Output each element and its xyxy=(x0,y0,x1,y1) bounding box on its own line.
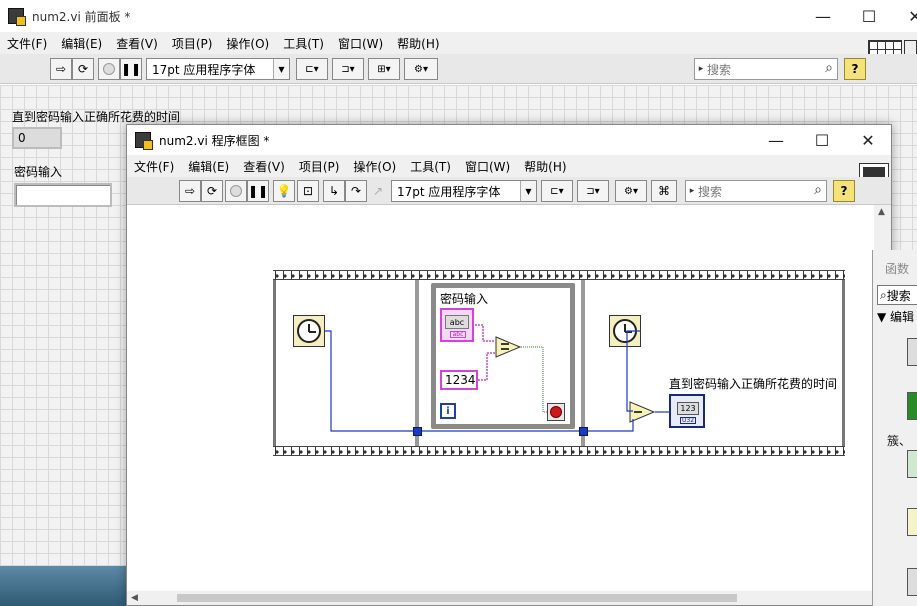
search-icon: ⌕ xyxy=(814,182,822,198)
menu-window[interactable]: 窗口(W) xyxy=(331,35,390,52)
palette-edit-label: 编辑 xyxy=(890,310,915,324)
triangle-down-icon: ▼ xyxy=(877,310,891,324)
clean-up-diagram-icon[interactable]: ⌘ xyxy=(651,180,677,202)
menu-tools[interactable]: 工具(T) xyxy=(403,158,458,175)
menu-help[interactable]: 帮助(H) xyxy=(390,35,446,52)
minimize-button[interactable]: — xyxy=(753,125,799,155)
close-button[interactable]: ✕ xyxy=(892,0,917,32)
scroll-left-icon[interactable]: ◀ xyxy=(131,593,138,603)
step-over-icon[interactable]: ↷ xyxy=(345,180,367,202)
functions-palette: 函数 ⌕ 搜索 ▼ 编辑 簇、 xyxy=(872,250,917,606)
elapsed-time-indicator: 0 xyxy=(12,127,62,149)
menu-file[interactable]: 文件(F) xyxy=(127,158,181,175)
cluster-palette-icon[interactable] xyxy=(907,450,917,478)
reorder-icon[interactable]: ⚙▾ xyxy=(615,180,647,202)
caret-right-icon: ▸ xyxy=(698,64,704,74)
labview-vi-icon xyxy=(8,8,26,26)
front-panel-menubar: 文件(F) 编辑(E) 查看(V) 项目(P) 操作(O) 工具(T) 窗口(W… xyxy=(0,32,917,54)
horizontal-scrollbar[interactable]: ◀ xyxy=(127,591,875,605)
comparison-palette-icon[interactable] xyxy=(907,508,917,536)
scroll-up-icon[interactable]: ▲ xyxy=(878,207,885,217)
retain-wire-values-icon[interactable]: ⊡ xyxy=(297,180,319,202)
labview-vi-icon xyxy=(135,132,153,150)
diagram-wires xyxy=(325,324,671,432)
pause-icon[interactable]: ❚❚ xyxy=(247,180,269,202)
run-continuously-icon[interactable]: ⟳ xyxy=(72,58,94,80)
highlight-execution-icon[interactable]: 💡 xyxy=(273,180,295,202)
menu-window[interactable]: 窗口(W) xyxy=(458,158,517,175)
menu-project[interactable]: 项目(P) xyxy=(292,158,347,175)
search-placeholder: 搜索 xyxy=(698,184,723,199)
palette-search-button[interactable]: ⌕ 搜索 xyxy=(877,285,917,305)
front-panel-toolbar: ⇨ ⟳ ❚❚ 17pt 应用程序字体 ▼ ⊏▾ ⊐▾ ⊞▾ ⚙▾ ▸ 搜索 ⌕ … xyxy=(0,54,917,84)
menu-operate[interactable]: 操作(O) xyxy=(346,158,403,175)
font-select-value: 17pt 应用程序字体 xyxy=(397,184,501,199)
password-input[interactable] xyxy=(14,183,112,207)
search-placeholder: 搜索 xyxy=(707,62,732,77)
palette-category-edit[interactable]: ▼ 编辑 xyxy=(877,308,914,325)
resize-objects-icon[interactable]: ⊞▾ xyxy=(368,58,400,80)
desktop-background xyxy=(0,566,126,606)
menu-edit[interactable]: 编辑(E) xyxy=(54,35,109,52)
block-diagram-canvas[interactable]: 密码输入 abc abc 1234 i 直到密码输入正确所花费的时间 123 U… xyxy=(127,205,875,593)
align-objects-icon[interactable]: ⊏▾ xyxy=(541,180,573,202)
font-select-value: 17pt 应用程序字体 xyxy=(152,62,256,77)
caret-right-icon: ▸ xyxy=(689,186,695,196)
indicator-label: 直到密码输入正确所花费的时间 xyxy=(12,110,181,124)
font-select[interactable]: 17pt 应用程序字体 ▼ xyxy=(391,180,537,202)
front-panel-titlebar[interactable]: num2.vi 前面板 * — ☐ ✕ xyxy=(0,0,917,32)
search-input[interactable]: ▸ 搜索 ⌕ xyxy=(685,180,827,202)
maximize-button[interactable]: ☐ xyxy=(846,0,892,32)
step-into-icon[interactable]: ↳ xyxy=(323,180,345,202)
pause-icon[interactable]: ❚❚ xyxy=(120,58,142,80)
align-objects-icon[interactable]: ⊏▾ xyxy=(296,58,328,80)
minimize-button[interactable]: — xyxy=(800,0,846,32)
menu-edit[interactable]: 编辑(E) xyxy=(181,158,236,175)
block-diagram-toolbar: ⇨ ⟳ ❚❚ 💡 ⊡ ↳ ↷ ↗ 17pt 应用程序字体 ▼ ⊏▾ ⊐▾ ⚙▾ … xyxy=(127,177,891,205)
block-diagram-title: num2.vi 程序框图 * xyxy=(159,133,270,148)
distribute-objects-icon[interactable]: ⊐▾ xyxy=(332,58,364,80)
front-panel-window-controls: — ☐ ✕ xyxy=(800,0,917,32)
menu-operate[interactable]: 操作(O) xyxy=(219,35,276,52)
menu-tools[interactable]: 工具(T) xyxy=(276,35,331,52)
menu-view[interactable]: 查看(V) xyxy=(236,158,292,175)
scrollbar-thumb[interactable] xyxy=(177,594,737,602)
maximize-button[interactable]: ☐ xyxy=(799,125,845,155)
menu-help[interactable]: 帮助(H) xyxy=(517,158,573,175)
step-out-icon[interactable]: ↗ xyxy=(367,180,389,202)
timing-palette-icon[interactable] xyxy=(907,568,917,596)
chevron-down-icon: ▼ xyxy=(273,59,289,79)
search-input[interactable]: ▸ 搜索 ⌕ xyxy=(694,58,838,80)
context-help-button[interactable]: ? xyxy=(833,180,855,202)
boolean-palette-icon[interactable] xyxy=(907,392,917,420)
distribute-objects-icon[interactable]: ⊐▾ xyxy=(577,180,609,202)
search-icon: ⌕ xyxy=(825,60,833,76)
menu-project[interactable]: 项目(P) xyxy=(165,35,220,52)
search-icon: ⌕ xyxy=(880,287,887,302)
palette-search-label: 搜索 xyxy=(886,288,911,303)
abort-icon[interactable] xyxy=(225,180,247,202)
run-arrow-icon[interactable]: ⇨ xyxy=(50,58,72,80)
numeric-palette-icon[interactable] xyxy=(907,338,917,366)
run-arrow-icon[interactable]: ⇨ xyxy=(179,180,201,202)
run-continuously-icon[interactable]: ⟳ xyxy=(201,180,223,202)
control-label: 密码输入 xyxy=(14,165,63,179)
sequence-tunnel[interactable] xyxy=(579,427,588,436)
font-select[interactable]: 17pt 应用程序字体 ▼ xyxy=(146,58,290,80)
chevron-down-icon: ▼ xyxy=(520,181,536,201)
abort-icon[interactable] xyxy=(98,58,120,80)
block-diagram-titlebar[interactable]: num2.vi 程序框图 * — ☐ ✕ xyxy=(127,125,891,155)
sequence-tunnel[interactable] xyxy=(413,427,422,436)
palette-cluster-label: 簇、 xyxy=(887,434,912,448)
context-help-button[interactable]: ? xyxy=(844,58,866,80)
block-diagram-window-controls: — ☐ ✕ xyxy=(753,125,891,155)
menu-file[interactable]: 文件(F) xyxy=(0,35,54,52)
palette-title: 函数 xyxy=(885,262,910,276)
block-diagram-menubar: 文件(F) 编辑(E) 查看(V) 项目(P) 操作(O) 工具(T) 窗口(W… xyxy=(127,155,891,177)
front-panel-title: num2.vi 前面板 * xyxy=(32,9,131,24)
menu-view[interactable]: 查看(V) xyxy=(109,35,165,52)
block-diagram-window: num2.vi 程序框图 * — ☐ ✕ 文件(F) 编辑(E) 查看(V) 项… xyxy=(126,124,892,606)
reorder-icon[interactable]: ⚙▾ xyxy=(404,58,438,80)
close-button[interactable]: ✕ xyxy=(845,125,891,155)
